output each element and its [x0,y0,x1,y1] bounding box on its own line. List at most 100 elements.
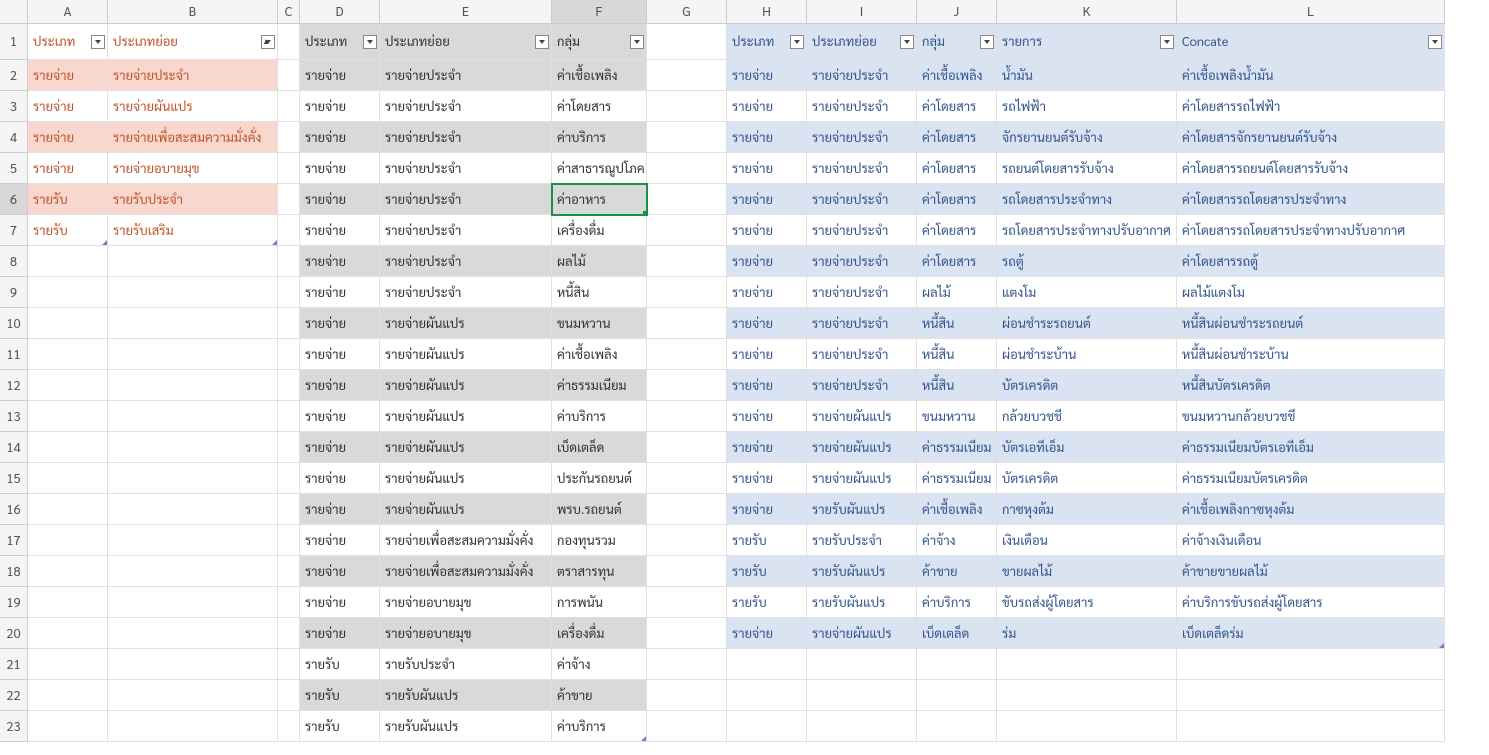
cell-K18[interactable]: ขายผลไม้ [997,556,1177,587]
cell-C13[interactable] [278,401,300,432]
cell-H1[interactable]: ประเภท [727,24,807,60]
cell-D7[interactable]: รายจ่าย [300,215,380,246]
filter-dropdown-icon[interactable] [261,35,275,49]
cell-K16[interactable]: กาซหุงต้ม [997,494,1177,525]
cell-G20[interactable] [647,618,727,649]
cell-K23[interactable] [997,711,1177,742]
cell-J18[interactable]: ค้าขาย [917,556,997,587]
cell-C4[interactable] [278,122,300,153]
filter-dropdown-icon[interactable] [1428,35,1442,49]
cell-D14[interactable]: รายจ่าย [300,432,380,463]
cell-H5[interactable]: รายจ่าย [727,153,807,184]
cell-I1[interactable]: ประเภทย่อย [807,24,917,60]
cell-I16[interactable]: รายรับผันแปร [807,494,917,525]
row-header-5[interactable]: 5 [0,153,28,184]
row-header-19[interactable]: 19 [0,587,28,618]
cell-J12[interactable]: หนี้สิน [917,370,997,401]
cell-F2[interactable]: ค่าเชื้อเพลิง [552,60,647,91]
cell-I22[interactable] [807,680,917,711]
cell-B18[interactable] [108,556,278,587]
cell-F21[interactable]: ค่าจ้าง [552,649,647,680]
cell-B13[interactable] [108,401,278,432]
cell-H10[interactable]: รายจ่าย [727,308,807,339]
row-header-9[interactable]: 9 [0,277,28,308]
cell-F15[interactable]: ประกันรถยนต์ [552,463,647,494]
cell-L5[interactable]: ค่าโดยสารรถยนต์โดยสารรับจ้าง [1177,153,1445,184]
cell-G6[interactable] [647,184,727,215]
cell-B21[interactable] [108,649,278,680]
cell-L23[interactable] [1177,711,1445,742]
cell-A1[interactable]: ประเภท [28,24,108,60]
cell-A7[interactable]: รายรับ [28,215,108,246]
row-header-21[interactable]: 21 [0,649,28,680]
cell-D2[interactable]: รายจ่าย [300,60,380,91]
cell-K6[interactable]: รถโดยสารประจำทาง [997,184,1177,215]
cell-L10[interactable]: หนี้สินผ่อนชำระรถยนต์ [1177,308,1445,339]
cell-B19[interactable] [108,587,278,618]
cell-B9[interactable] [108,277,278,308]
cell-A16[interactable] [28,494,108,525]
row-header-14[interactable]: 14 [0,432,28,463]
col-header-K[interactable]: K [997,0,1177,24]
cell-D5[interactable]: รายจ่าย [300,153,380,184]
filter-dropdown-icon[interactable] [1160,35,1174,49]
cell-H2[interactable]: รายจ่าย [727,60,807,91]
cell-E20[interactable]: รายจ่ายอบายมุข [380,618,552,649]
cell-B12[interactable] [108,370,278,401]
row-header-22[interactable]: 22 [0,680,28,711]
cell-A4[interactable]: รายจ่าย [28,122,108,153]
cell-F16[interactable]: พรบ.รถยนต์ [552,494,647,525]
cell-C7[interactable] [278,215,300,246]
col-header-H[interactable]: H [727,0,807,24]
cell-L15[interactable]: ค่าธรรมเนียมบัตรเครดิต [1177,463,1445,494]
cell-D15[interactable]: รายจ่าย [300,463,380,494]
cell-H17[interactable]: รายรับ [727,525,807,556]
cell-F18[interactable]: ตราสารทุน [552,556,647,587]
cell-H9[interactable]: รายจ่าย [727,277,807,308]
cell-G7[interactable] [647,215,727,246]
col-header-L[interactable]: L [1177,0,1445,24]
cell-H3[interactable]: รายจ่าย [727,91,807,122]
col-header-C[interactable]: C [278,0,300,24]
cell-J3[interactable]: ค่าโดยสาร [917,91,997,122]
cell-K20[interactable]: ร่ม [997,618,1177,649]
cell-I13[interactable]: รายจ่ายผันแปร [807,401,917,432]
cell-J20[interactable]: เบ็ดเตล็ด [917,618,997,649]
cell-D13[interactable]: รายจ่าย [300,401,380,432]
cell-E7[interactable]: รายจ่ายประจำ [380,215,552,246]
cell-K17[interactable]: เงินเดือน [997,525,1177,556]
cell-E13[interactable]: รายจ่ายผันแปร [380,401,552,432]
cell-A12[interactable] [28,370,108,401]
cell-G4[interactable] [647,122,727,153]
cell-G9[interactable] [647,277,727,308]
cell-I4[interactable]: รายจ่ายประจำ [807,122,917,153]
row-header-11[interactable]: 11 [0,339,28,370]
cell-G3[interactable] [647,91,727,122]
cell-L14[interactable]: ค่าธรรมเนียมบัตรเอทีเอ็ม [1177,432,1445,463]
cell-L16[interactable]: ค่าเชื้อเพลิงกาซหุงต้ม [1177,494,1445,525]
cell-H15[interactable]: รายจ่าย [727,463,807,494]
cell-G15[interactable] [647,463,727,494]
cell-B5[interactable]: รายจ่ายอบายมุข [108,153,278,184]
row-header-18[interactable]: 18 [0,556,28,587]
cell-K9[interactable]: แตงโม [997,277,1177,308]
cell-D10[interactable]: รายจ่าย [300,308,380,339]
selection-handle[interactable] [643,211,647,215]
cell-D16[interactable]: รายจ่าย [300,494,380,525]
row-header-6[interactable]: 6 [0,184,28,215]
cell-J5[interactable]: ค่าโดยสาร [917,153,997,184]
cell-B8[interactable] [108,246,278,277]
cell-I17[interactable]: รายรับประจำ [807,525,917,556]
cell-A6[interactable]: รายรับ [28,184,108,215]
cell-K5[interactable]: รถยนต์โดยสารรับจ้าง [997,153,1177,184]
cell-E17[interactable]: รายจ่ายเพื่อสะสมความมั่งคั่ง [380,525,552,556]
row-header-10[interactable]: 10 [0,308,28,339]
cell-J15[interactable]: ค่าธรรมเนียม [917,463,997,494]
cell-B2[interactable]: รายจ่ายประจำ [108,60,278,91]
cell-F9[interactable]: หนี้สิน [552,277,647,308]
cell-A10[interactable] [28,308,108,339]
cell-K3[interactable]: รถไฟฟ้า [997,91,1177,122]
cell-I18[interactable]: รายรับผันแปร [807,556,917,587]
cell-K11[interactable]: ผ่อนชำระบ้าน [997,339,1177,370]
cell-H20[interactable]: รายจ่าย [727,618,807,649]
